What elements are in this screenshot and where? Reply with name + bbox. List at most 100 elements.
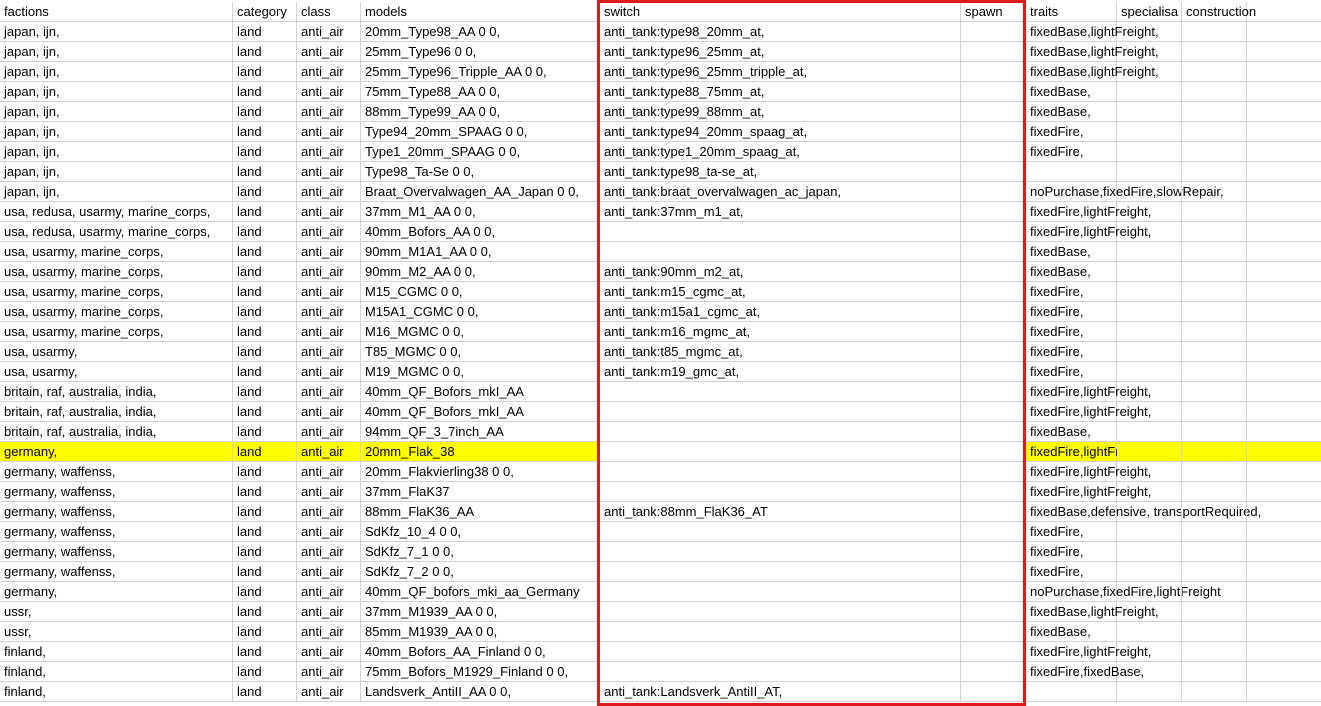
cell-class[interactable]: anti_air (297, 622, 361, 642)
cell-construction[interactable] (1182, 402, 1247, 422)
cell-construction[interactable] (1182, 462, 1247, 482)
cell-switch[interactable]: anti_tank:88mm_FlaK36_AT (600, 502, 961, 522)
cell-switch[interactable]: anti_tank:type98_ta-se_at, (600, 162, 961, 182)
header-spawn[interactable]: spawn (961, 2, 1026, 22)
cell-class[interactable]: anti_air (297, 362, 361, 382)
cell-models[interactable]: Landsverk_AntiII_AA 0 0, (361, 682, 600, 702)
cell-class[interactable]: anti_air (297, 142, 361, 162)
header-class[interactable]: class (297, 2, 361, 22)
cell-switch[interactable]: anti_tank:type96_25mm_tripple_at, (600, 62, 961, 82)
cell-extra[interactable] (1247, 122, 1321, 142)
cell-specialisation[interactable] (1117, 522, 1182, 542)
cell-category[interactable]: land (233, 602, 297, 622)
cell-category[interactable]: land (233, 422, 297, 442)
cell-switch[interactable]: anti_tank:t85_mgmc_at, (600, 342, 961, 362)
cell-class[interactable]: anti_air (297, 482, 361, 502)
cell-construction[interactable] (1182, 42, 1247, 62)
cell-traits[interactable]: fixedFire,fixedBase, (1026, 662, 1144, 682)
cell-factions[interactable]: germany, waffenss, (0, 502, 233, 522)
cell-construction[interactable] (1182, 602, 1247, 622)
cell-factions[interactable]: germany, waffenss, (0, 542, 233, 562)
cell-construction[interactable] (1182, 502, 1247, 522)
cell-category[interactable]: land (233, 82, 297, 102)
cell-class[interactable]: anti_air (297, 682, 361, 702)
cell-models[interactable]: Type98_Ta-Se 0 0, (361, 162, 600, 182)
cell-switch[interactable] (600, 602, 961, 622)
cell-specialisation[interactable] (1117, 442, 1182, 462)
cell-traits[interactable]: fixedBase,lightFreight, (1026, 22, 1159, 42)
cell-specialisation[interactable] (1117, 642, 1182, 662)
cell-traits[interactable]: fixedBase, (1026, 422, 1117, 442)
cell-specialisation[interactable] (1117, 562, 1182, 582)
cell-spawn[interactable] (961, 442, 1026, 462)
cell-switch[interactable] (600, 522, 961, 542)
cell-spawn[interactable] (961, 622, 1026, 642)
cell-factions[interactable]: ussr, (0, 602, 233, 622)
cell-category[interactable]: land (233, 462, 297, 482)
cell-class[interactable]: anti_air (297, 442, 361, 462)
cell-category[interactable]: land (233, 542, 297, 562)
cell-spawn[interactable] (961, 502, 1026, 522)
cell-spawn[interactable] (961, 162, 1026, 182)
cell-traits[interactable]: fixedFire, (1026, 322, 1117, 342)
cell-switch[interactable] (600, 662, 961, 682)
cell-category[interactable]: land (233, 402, 297, 422)
cell-models[interactable]: Type1_20mm_SPAAG 0 0, (361, 142, 600, 162)
cell-extra[interactable] (1247, 322, 1321, 342)
cell-construction[interactable] (1182, 382, 1247, 402)
cell-construction[interactable] (1182, 202, 1247, 222)
header-specialisation[interactable]: specialisa (1117, 2, 1182, 22)
cell-switch[interactable]: anti_tank:type98_20mm_at, (600, 22, 961, 42)
cell-models[interactable]: 88mm_FlaK36_AA (361, 502, 600, 522)
cell-extra[interactable] (1247, 562, 1321, 582)
cell-extra[interactable] (1247, 602, 1321, 622)
cell-switch[interactable] (600, 222, 961, 242)
cell-models[interactable]: 40mm_QF_Bofors_mkI_AA (361, 402, 600, 422)
cell-class[interactable]: anti_air (297, 462, 361, 482)
cell-models[interactable]: 20mm_Type98_AA 0 0, (361, 22, 600, 42)
cell-models[interactable]: 88mm_Type99_AA 0 0, (361, 102, 600, 122)
cell-construction[interactable] (1182, 262, 1247, 282)
cell-switch[interactable] (600, 582, 961, 602)
cell-switch[interactable]: anti_tank:90mm_m2_at, (600, 262, 961, 282)
cell-spawn[interactable] (961, 102, 1026, 122)
cell-spawn[interactable] (961, 522, 1026, 542)
cell-traits[interactable]: noPurchase,fixedFire,lightFreight (1026, 582, 1221, 602)
cell-specialisation[interactable] (1117, 302, 1182, 322)
cell-construction[interactable] (1182, 82, 1247, 102)
cell-specialisation[interactable] (1117, 602, 1182, 622)
cell-spawn[interactable] (961, 582, 1026, 602)
cell-specialisation[interactable] (1117, 322, 1182, 342)
cell-category[interactable]: land (233, 362, 297, 382)
cell-factions[interactable]: japan, ijn, (0, 82, 233, 102)
cell-category[interactable]: land (233, 622, 297, 642)
cell-extra[interactable] (1247, 642, 1321, 662)
cell-models[interactable]: 40mm_QF_bofors_mki_aa_Germany (361, 582, 600, 602)
cell-specialisation[interactable] (1117, 342, 1182, 362)
cell-category[interactable]: land (233, 242, 297, 262)
cell-spawn[interactable] (961, 22, 1026, 42)
cell-spawn[interactable] (961, 242, 1026, 262)
cell-models[interactable]: 75mm_Bofors_M1929_Finland 0 0, (361, 662, 600, 682)
header-category[interactable]: category (233, 2, 297, 22)
cell-traits[interactable]: fixedFire,lightFreight,noPurchase,NoEdit… (1026, 442, 1275, 462)
cell-class[interactable]: anti_air (297, 342, 361, 362)
cell-extra[interactable] (1247, 102, 1321, 122)
cell-category[interactable]: land (233, 302, 297, 322)
cell-spawn[interactable] (961, 562, 1026, 582)
cell-construction[interactable] (1182, 422, 1247, 442)
cell-spawn[interactable] (961, 662, 1026, 682)
cell-spawn[interactable] (961, 462, 1026, 482)
cell-extra[interactable] (1247, 42, 1321, 62)
cell-category[interactable]: land (233, 502, 297, 522)
cell-construction[interactable] (1182, 242, 1247, 262)
cell-construction[interactable] (1182, 22, 1247, 42)
cell-category[interactable]: land (233, 482, 297, 502)
cell-models[interactable]: 20mm_Flakvierling38 0 0, (361, 462, 600, 482)
cell-class[interactable]: anti_air (297, 202, 361, 222)
cell-models[interactable]: Braat_Overvalwagen_AA_Japan 0 0, (361, 182, 600, 202)
cell-construction[interactable] (1182, 682, 1247, 702)
cell-construction[interactable] (1182, 322, 1247, 342)
cell-switch[interactable] (600, 402, 961, 422)
cell-class[interactable]: anti_air (297, 42, 361, 62)
